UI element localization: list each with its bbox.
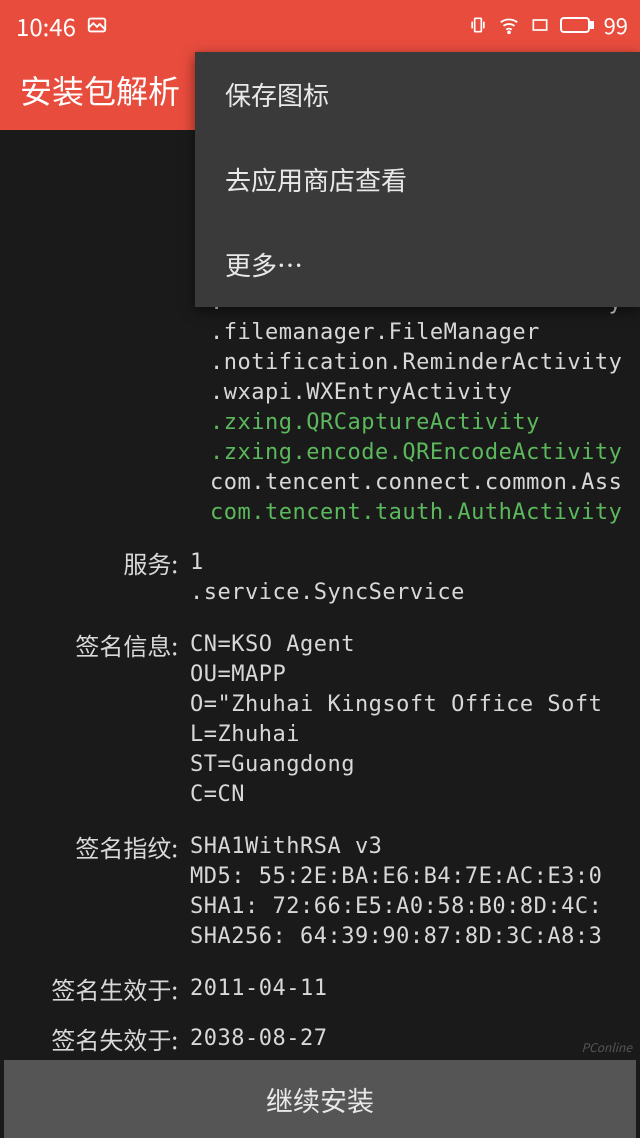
popup-menu: 保存图标 去应用商店查看 更多… — [195, 52, 640, 307]
activity-line: .filemanager.FileManager — [210, 318, 640, 348]
row-sign-info: 签名信息: CN=KSO Agent OU=MAPP O="Zhuhai Kin… — [0, 624, 640, 816]
activity-line: .zxing.QRCaptureActivity — [210, 408, 640, 438]
row-fingerprint: 签名指纹: SHA1WithRSA v3 MD5: 55:2E:BA:E6:B4… — [0, 826, 640, 958]
activity-line: .zxing.encode.QREncodeActivity — [210, 438, 640, 468]
wifi-icon — [498, 14, 520, 36]
battery-percent: 99 — [604, 9, 628, 41]
sign-info-value: CN=KSO Agent OU=MAPP O="Zhuhai Kingsoft … — [190, 630, 640, 810]
service-value: 1 .service.SyncService — [190, 548, 640, 608]
sign-info-label: 签名信息: — [0, 630, 190, 660]
valid-to-value: 2038-08-27 — [190, 1024, 640, 1054]
activity-line: com.tencent.connect.common.Ass — [210, 468, 640, 498]
install-button-label: 继续安装 — [266, 1080, 374, 1119]
row-service: 服务: 1 .service.SyncService — [0, 542, 640, 614]
status-right: 99 — [468, 9, 628, 41]
status-left: 10:46 — [16, 8, 108, 43]
install-button[interactable]: 继续安装 — [4, 1060, 636, 1138]
window-icon — [530, 15, 550, 35]
status-bar: 10:46 99 — [0, 0, 640, 50]
valid-to-label: 签名失效于: — [0, 1024, 190, 1054]
row-valid-to: 签名失效于: 2038-08-27 — [0, 1018, 640, 1060]
activity-line: .wxapi.WXEntryActivity — [210, 378, 640, 408]
menu-more[interactable]: 更多… — [195, 222, 640, 307]
menu-save-icon[interactable]: 保存图标 — [195, 52, 640, 137]
valid-from-value: 2011-04-11 — [190, 974, 640, 1004]
row-valid-from: 签名生效于: 2011-04-11 — [0, 968, 640, 1010]
valid-from-label: 签名生效于: — [0, 974, 190, 1004]
activity-line: .notification.ReminderActivity — [210, 348, 640, 378]
fingerprint-label: 签名指纹: — [0, 832, 190, 862]
fingerprint-value: SHA1WithRSA v3 MD5: 55:2E:BA:E6:B4:7E:AC… — [190, 832, 640, 952]
vibrate-icon — [468, 15, 488, 35]
status-time: 10:46 — [16, 8, 76, 43]
menu-go-store[interactable]: 去应用商店查看 — [195, 137, 640, 222]
image-icon — [86, 14, 108, 36]
battery-icon — [560, 16, 594, 34]
watermark: PConline — [581, 1039, 632, 1056]
app-title: 安装包解析 — [20, 67, 180, 113]
activity-line: com.tencent.tauth.AuthActivity — [210, 498, 640, 528]
service-label: 服务: — [0, 548, 190, 578]
